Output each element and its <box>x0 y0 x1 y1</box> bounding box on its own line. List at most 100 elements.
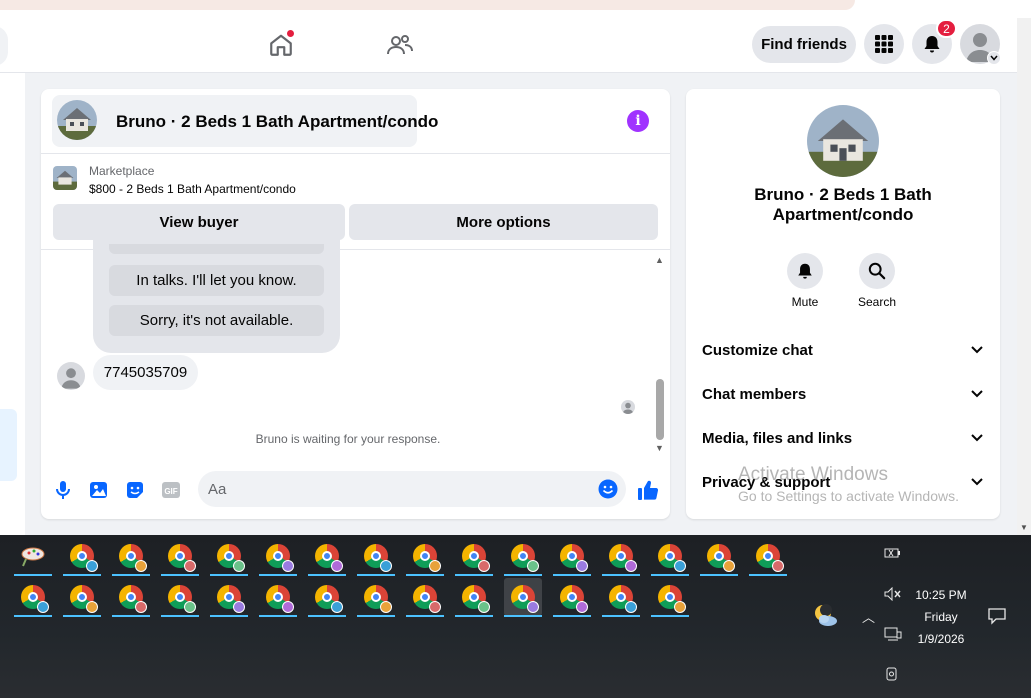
emoji-button[interactable] <box>598 479 618 499</box>
thumbs-up-icon <box>638 480 659 500</box>
message-input-container <box>198 471 626 507</box>
taskbar-chrome-profile-icon[interactable] <box>308 537 346 576</box>
taskbar-chrome-profile-icon[interactable] <box>14 578 52 617</box>
quick-reply-partial[interactable] <box>109 244 324 254</box>
top-nav-bar: Find friends 2 <box>0 18 1017 73</box>
taskbar-chrome-profile-icon[interactable] <box>357 537 395 576</box>
taskbar-chrome-profile-icon[interactable] <box>651 537 689 576</box>
marketplace-label: Marketplace <box>89 164 155 178</box>
taskbar-chrome-profile-icon[interactable] <box>455 578 493 617</box>
taskbar-chrome-profile-icon[interactable] <box>161 537 199 576</box>
taskbar-chrome-profile-icon[interactable] <box>700 537 738 576</box>
listing-price-title[interactable]: $800 - 2 Beds 1 Bath Apartment/condo <box>89 182 296 196</box>
message-input[interactable] <box>208 471 588 507</box>
battery-icon[interactable] <box>884 547 902 562</box>
more-options-button[interactable]: More options <box>349 204 658 240</box>
network-icon[interactable] <box>884 627 902 644</box>
chat-scroll-up-arrow-icon[interactable]: ▲ <box>655 255 664 265</box>
chat-info-icon[interactable]: i <box>627 110 649 132</box>
taskbar-chrome-profile-icon[interactable] <box>357 578 395 617</box>
customize-chat-section[interactable]: Customize chat <box>702 338 984 362</box>
view-buyer-button[interactable]: View buyer <box>53 204 345 240</box>
mute-button[interactable] <box>787 253 823 289</box>
device-icon[interactable] <box>885 667 901 684</box>
received-message-bubble[interactable]: 7745035709 <box>93 355 198 390</box>
taskbar-chrome-profile-icon[interactable] <box>259 578 297 617</box>
show-hidden-icons-chevron-icon[interactable]: ︿ <box>862 607 875 626</box>
taskbar-chrome-profile-icon[interactable] <box>112 578 150 617</box>
grid-menu-icon <box>875 35 893 53</box>
chat-members-section[interactable]: Chat members <box>702 382 984 406</box>
voice-clip-button[interactable] <box>52 479 74 501</box>
search-action[interactable]: Search <box>842 253 912 309</box>
taskbar-chrome-profile-icon[interactable] <box>553 537 591 576</box>
weather-moon-cloud-icon <box>815 604 837 626</box>
friends-nav-button[interactable] <box>385 30 415 60</box>
account-chevron-down-icon[interactable] <box>987 51 1001 65</box>
sender-avatar[interactable] <box>57 362 85 390</box>
taskbar-chrome-profile-icon[interactable] <box>210 578 248 617</box>
chevron-down-icon <box>970 431 984 445</box>
chat-scroll-down-arrow-icon[interactable]: ▼ <box>655 443 664 453</box>
taskbar-chrome-profile-icon[interactable] <box>210 537 248 576</box>
taskbar-chrome-profile-icon[interactable] <box>406 578 444 617</box>
search-button[interactable] <box>859 253 895 289</box>
section-label: Privacy & support <box>702 473 831 491</box>
clock-time[interactable]: 10:25 PM <box>906 588 976 602</box>
page-scrollbar[interactable]: ▼ <box>1017 18 1031 535</box>
taskbar-chrome-profile-icon[interactable] <box>602 537 640 576</box>
taskbar-chrome-profile-icon[interactable] <box>651 578 689 617</box>
left-sidebar-edge <box>0 73 25 535</box>
house-photo-icon <box>57 100 97 140</box>
attach-photo-button[interactable] <box>88 479 110 501</box>
scroll-down-arrow-icon[interactable]: ▼ <box>1020 523 1028 532</box>
svg-text:GIF: GIF <box>164 487 177 496</box>
taskbar-chrome-profile-icon[interactable] <box>749 537 787 576</box>
notification-center-icon[interactable] <box>988 607 1006 628</box>
chat-scrollbar-thumb[interactable] <box>656 379 664 440</box>
gif-button[interactable]: GIF <box>160 479 182 501</box>
section-label: Customize chat <box>702 341 813 359</box>
conversation-photo[interactable] <box>807 105 879 177</box>
send-like-button[interactable] <box>637 479 659 501</box>
clock-day[interactable]: Friday <box>906 610 976 624</box>
marketplace-listing-thumbnail[interactable] <box>53 166 77 190</box>
menu-button[interactable] <box>864 24 904 64</box>
taskbar-app-paint-icon[interactable] <box>14 537 52 576</box>
taskbar-chrome-profile-icon[interactable] <box>504 578 542 617</box>
taskbar-chrome-profile-icon[interactable] <box>161 578 199 617</box>
header-divider <box>41 153 670 154</box>
browser-top-strip <box>0 0 1031 18</box>
chat-title: Bruno · 2 Beds 1 Bath Apartment/condo <box>116 112 439 131</box>
default-avatar-icon <box>622 402 634 414</box>
clock-date[interactable]: 1/9/2026 <box>906 632 976 646</box>
taskbar-chrome-profile-icon[interactable] <box>553 578 591 617</box>
taskbar-chrome-profile-icon[interactable] <box>406 537 444 576</box>
quick-reply-not-available[interactable]: Sorry, it's not available. <box>109 305 324 336</box>
selected-conversation-highlight[interactable] <box>0 409 17 481</box>
weather-widget[interactable] <box>812 602 840 630</box>
conversation-info-panel: Bruno · 2 Beds 1 Bath Apartment/condo Mu… <box>686 89 1000 519</box>
taskbar-chrome-profile-icon[interactable] <box>308 578 346 617</box>
taskbar-chrome-profile-icon[interactable] <box>455 537 493 576</box>
chat-header-button[interactable]: Bruno · 2 Beds 1 Bath Apartment/condo <box>52 95 438 147</box>
find-friends-button[interactable]: Find friends <box>752 26 856 63</box>
mute-action[interactable]: Mute <box>770 253 840 309</box>
taskbar-chrome-profile-icon[interactable] <box>259 537 297 576</box>
taskbar-chrome-profile-icon[interactable] <box>602 578 640 617</box>
taskbar-chrome-profile-icon[interactable] <box>63 578 101 617</box>
taskbar-chrome-profile-icon[interactable] <box>63 537 101 576</box>
photo-icon <box>90 482 107 498</box>
taskbar-chrome-profile-icon[interactable] <box>112 537 150 576</box>
quick-reply-in-talks[interactable]: In talks. I'll let you know. <box>109 265 324 296</box>
taskbar-chrome-profile-icon[interactable] <box>504 537 542 576</box>
home-nav-button[interactable] <box>266 30 296 60</box>
privacy-support-section[interactable]: Privacy & support <box>702 470 984 494</box>
sticker-button[interactable] <box>124 479 146 501</box>
sticker-icon <box>127 482 143 498</box>
bell-icon <box>798 263 812 279</box>
default-avatar-icon <box>61 368 81 389</box>
search-field-stub[interactable] <box>0 26 8 66</box>
speaker-muted-icon[interactable] <box>884 586 902 604</box>
media-files-links-section[interactable]: Media, files and links <box>702 426 984 450</box>
